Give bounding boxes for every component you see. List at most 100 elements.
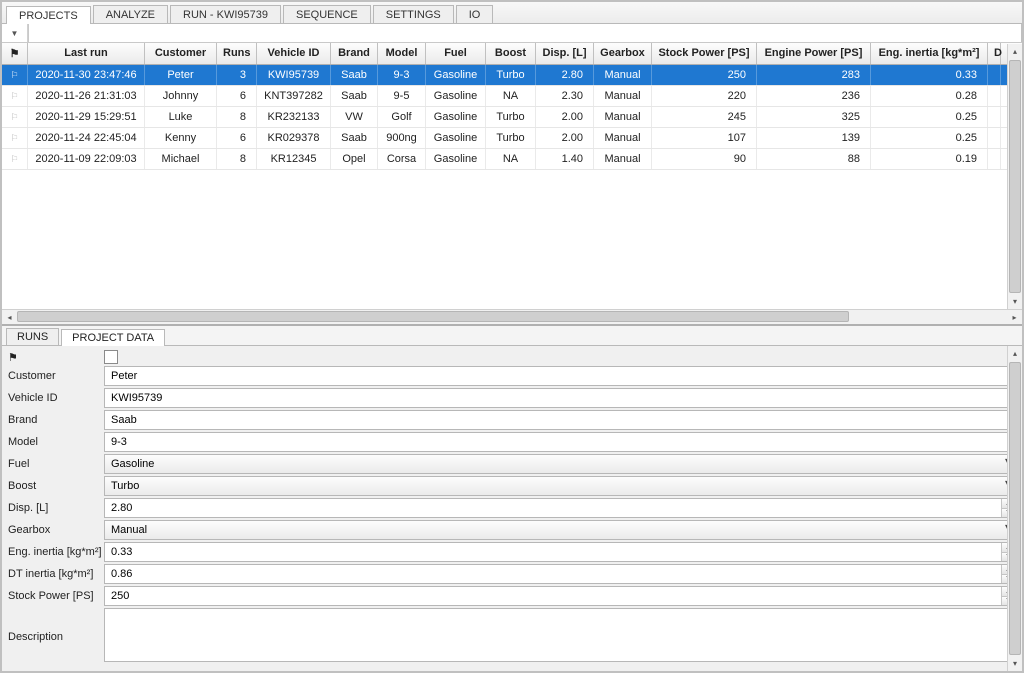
form-vertical-scrollbar[interactable]: ▴ ▾ bbox=[1007, 346, 1022, 671]
col-header-customer[interactable]: Customer bbox=[145, 43, 217, 64]
col-header-overflow[interactable]: D bbox=[988, 43, 1001, 64]
dt-inertia-stepper[interactable] bbox=[104, 564, 1016, 584]
col-header-engine-power[interactable]: Engine Power [PS] bbox=[757, 43, 871, 64]
table-cell: 283 bbox=[757, 65, 871, 85]
gearbox-select[interactable] bbox=[104, 520, 1016, 540]
label-boost: Boost bbox=[6, 480, 104, 492]
projects-grid: ▼ ⚑ Last run Customer Runs Vehicle ID Br… bbox=[2, 24, 1022, 309]
label-fuel: Fuel bbox=[6, 458, 104, 470]
table-cell: KR029378 bbox=[257, 128, 331, 148]
scroll-up-button[interactable]: ▴ bbox=[1008, 44, 1022, 59]
chevron-left-icon: ◂ bbox=[7, 313, 11, 322]
tab-sequence[interactable]: SEQUENCE bbox=[283, 5, 371, 23]
table-cell: 2.30 bbox=[536, 86, 594, 106]
scroll-down-button[interactable]: ▾ bbox=[1008, 294, 1022, 309]
table-cell: KWI95739 bbox=[257, 65, 331, 85]
table-cell: 236 bbox=[757, 86, 871, 106]
table-cell bbox=[988, 86, 1001, 106]
table-cell: KR232133 bbox=[257, 107, 331, 127]
vehicle-id-field[interactable] bbox=[104, 388, 1016, 408]
table-cell: Gasoline bbox=[426, 149, 486, 169]
table-cell: Opel bbox=[331, 149, 378, 169]
table-row[interactable]: ⚐2020-11-09 22:09:03Michael8KR12345OpelC… bbox=[2, 149, 1022, 170]
tab-projects[interactable]: PROJECTS bbox=[6, 6, 91, 24]
table-cell: Gasoline bbox=[426, 86, 486, 106]
table-cell: KR12345 bbox=[257, 149, 331, 169]
table-cell: 90 bbox=[652, 149, 757, 169]
flag-icon: ⚐ bbox=[10, 70, 18, 81]
subtab-project-data[interactable]: PROJECT DATA bbox=[61, 329, 165, 346]
table-cell: Saab bbox=[331, 128, 378, 148]
grid-vertical-scrollbar[interactable]: ▴ ▾ bbox=[1007, 44, 1022, 309]
table-cell: Manual bbox=[594, 149, 652, 169]
brand-field[interactable] bbox=[104, 410, 1016, 430]
boost-select[interactable] bbox=[104, 476, 1016, 496]
table-cell: 0.25 bbox=[871, 107, 988, 127]
table-row[interactable]: ⚐2020-11-29 15:29:51Luke8KR232133VWGolfG… bbox=[2, 107, 1022, 128]
label-customer: Customer bbox=[6, 370, 104, 382]
table-cell: Peter bbox=[145, 65, 217, 85]
table-cell: Turbo bbox=[486, 65, 536, 85]
eng-inertia-stepper[interactable] bbox=[104, 542, 1016, 562]
col-header-brand[interactable]: Brand bbox=[331, 43, 378, 64]
table-cell: Kenny bbox=[145, 128, 217, 148]
table-cell: 8 bbox=[217, 149, 257, 169]
fuel-select[interactable] bbox=[104, 454, 1016, 474]
table-row[interactable]: ⚐2020-11-30 23:47:46Peter3KWI95739Saab9-… bbox=[2, 65, 1022, 86]
col-header-runs[interactable]: Runs bbox=[217, 43, 257, 64]
col-header-gearbox[interactable]: Gearbox bbox=[594, 43, 652, 64]
scroll-right-button[interactable]: ▸ bbox=[1007, 310, 1022, 324]
table-cell: ⚐ bbox=[2, 128, 28, 148]
col-header-fuel[interactable]: Fuel bbox=[426, 43, 486, 64]
subtab-runs[interactable]: RUNS bbox=[6, 328, 59, 345]
label-dt-inertia: DT inertia [kg*m²] bbox=[6, 568, 104, 580]
disp-stepper[interactable] bbox=[104, 498, 1016, 518]
scroll-down-button[interactable]: ▾ bbox=[1008, 656, 1022, 671]
col-header-stock-power[interactable]: Stock Power [PS] bbox=[652, 43, 757, 64]
scroll-up-button[interactable]: ▴ bbox=[1008, 346, 1022, 361]
model-field[interactable] bbox=[104, 432, 1016, 452]
table-cell: Saab bbox=[331, 65, 378, 85]
col-header-last-run[interactable]: Last run bbox=[28, 43, 145, 64]
table-cell: ⚐ bbox=[2, 65, 28, 85]
col-header-eng-inertia[interactable]: Eng. inertia [kg*m²] bbox=[871, 43, 988, 64]
table-cell: 6 bbox=[217, 128, 257, 148]
table-cell: Manual bbox=[594, 86, 652, 106]
customer-field[interactable] bbox=[104, 366, 1016, 386]
col-header-boost[interactable]: Boost bbox=[486, 43, 536, 64]
table-row[interactable]: ⚐2020-11-24 22:45:04Kenny6KR029378Saab90… bbox=[2, 128, 1022, 149]
table-cell: ⚐ bbox=[2, 149, 28, 169]
scroll-thumb[interactable] bbox=[17, 311, 849, 322]
flag-checkbox[interactable] bbox=[104, 350, 118, 364]
col-header-flag[interactable]: ⚑ bbox=[2, 43, 28, 64]
chevron-right-icon: ▸ bbox=[1012, 313, 1016, 322]
top-tab-bar: PROJECTS ANALYZE RUN - KWI95739 SEQUENCE… bbox=[2, 2, 1022, 24]
table-cell: Gasoline bbox=[426, 65, 486, 85]
col-header-vehicle-id[interactable]: Vehicle ID bbox=[257, 43, 331, 64]
chevron-up-icon: ▴ bbox=[1013, 47, 1017, 56]
table-cell: 8 bbox=[217, 107, 257, 127]
scroll-track[interactable] bbox=[17, 310, 1007, 324]
col-header-disp[interactable]: Disp. [L] bbox=[536, 43, 594, 64]
scroll-thumb[interactable] bbox=[1009, 60, 1021, 293]
col-header-model[interactable]: Model bbox=[378, 43, 426, 64]
table-cell: NA bbox=[486, 149, 536, 169]
tab-settings[interactable]: SETTINGS bbox=[373, 5, 454, 23]
tab-io[interactable]: IO bbox=[456, 5, 494, 23]
table-cell: Johnny bbox=[145, 86, 217, 106]
table-cell: 250 bbox=[652, 65, 757, 85]
table-cell: 220 bbox=[652, 86, 757, 106]
table-cell: 3 bbox=[217, 65, 257, 85]
chevron-down-icon: ▼ bbox=[11, 29, 19, 38]
table-row[interactable]: ⚐2020-11-26 21:31:03Johnny6KNT397282Saab… bbox=[2, 86, 1022, 107]
grid-filter-input[interactable] bbox=[28, 24, 1022, 42]
scroll-left-button[interactable]: ◂ bbox=[2, 310, 17, 324]
grid-horizontal-scrollbar[interactable]: ◂ ▸ bbox=[2, 309, 1022, 324]
filter-menu-button[interactable]: ▼ bbox=[2, 24, 28, 42]
scroll-thumb[interactable] bbox=[1009, 362, 1021, 655]
tab-run[interactable]: RUN - KWI95739 bbox=[170, 5, 281, 23]
description-textarea[interactable] bbox=[104, 608, 1016, 662]
stock-power-stepper[interactable] bbox=[104, 586, 1016, 606]
tab-analyze[interactable]: ANALYZE bbox=[93, 5, 168, 23]
table-cell bbox=[988, 107, 1001, 127]
